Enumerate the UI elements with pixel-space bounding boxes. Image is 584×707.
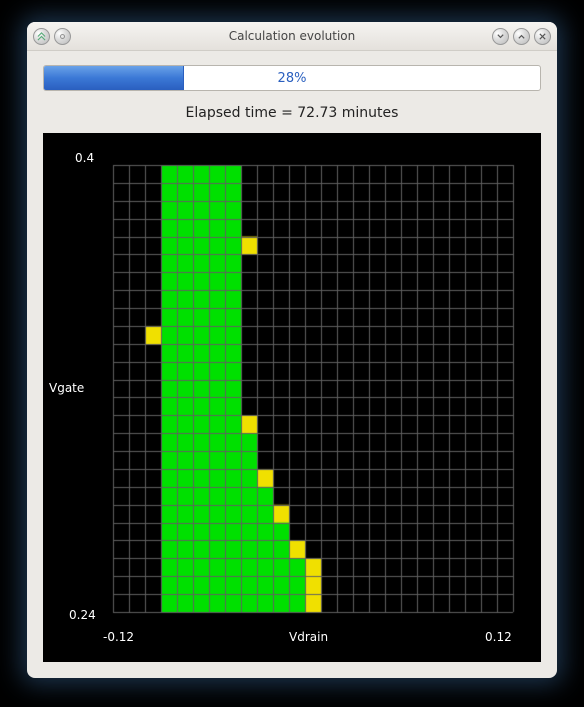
x-axis-label: Vdrain xyxy=(289,630,328,644)
y-axis-label: Vgate xyxy=(49,381,84,395)
progress-bar: 28% xyxy=(43,65,541,91)
app-menu-icon[interactable] xyxy=(33,28,50,45)
y-tick-top: 0.4 xyxy=(75,151,94,165)
window-title: Calculation evolution xyxy=(27,29,557,43)
window-content: 28% Elapsed time = 72.73 minutes Vgate V… xyxy=(27,51,557,678)
close-button[interactable] xyxy=(534,28,551,45)
x-tick-left: -0.12 xyxy=(103,630,134,644)
progress-label: 28% xyxy=(44,66,540,90)
y-tick-bottom: 0.24 xyxy=(69,608,96,622)
sticky-icon[interactable] xyxy=(54,28,71,45)
minimize-button[interactable] xyxy=(492,28,509,45)
heatmap-plot: Vgate Vdrain 0.4 0.24 -0.12 0.12 xyxy=(43,133,541,662)
x-tick-right: 0.12 xyxy=(485,630,512,644)
maximize-button[interactable] xyxy=(513,28,530,45)
heatmap-canvas xyxy=(43,133,541,662)
elapsed-time-label: Elapsed time = 72.73 minutes xyxy=(43,105,541,121)
titlebar[interactable]: Calculation evolution xyxy=(27,22,557,51)
app-window: Calculation evolution 28% Elapsed time =… xyxy=(27,22,557,678)
